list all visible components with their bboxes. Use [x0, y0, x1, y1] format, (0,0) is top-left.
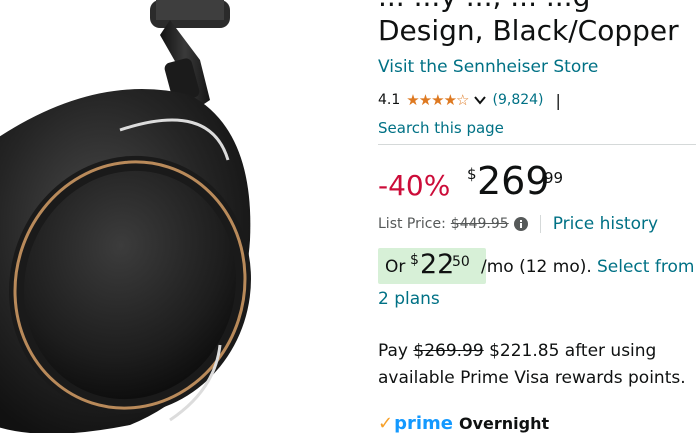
- monthly-or: Or: [385, 257, 406, 277]
- price-history-link[interactable]: Price history: [553, 214, 658, 234]
- store-link[interactable]: Visit the Sennheiser Store: [378, 57, 598, 77]
- headphones-ear-cup-image: [0, 0, 251, 433]
- rating-row: 4.1 ★★★★☆ (9,824) |: [378, 90, 561, 110]
- pay-old-price: $269.99: [413, 341, 484, 361]
- monthly-currency: $: [410, 252, 419, 268]
- select-plan-link[interactable]: Select from: [597, 257, 694, 277]
- discount-badge: -40%: [378, 169, 451, 202]
- monthly-fraction: 50: [452, 254, 470, 270]
- list-price-row: List Price: $449.95 Price history: [378, 214, 658, 234]
- price-currency: $: [467, 165, 477, 183]
- monthly-term: /mo (12 mo).: [481, 257, 592, 277]
- list-price: $449.95: [450, 216, 509, 232]
- rewards-pay-text: Pay $269.99 $221.85 after using availabl…: [378, 338, 696, 392]
- separator: [539, 215, 541, 233]
- search-page-link[interactable]: Search this page: [378, 119, 504, 137]
- prime-delivery-row: ✓ prime Overnight: [378, 412, 549, 433]
- price-whole: 269: [477, 159, 550, 203]
- product-title: Design, Black/Copper: [378, 14, 679, 47]
- chevron-down-icon[interactable]: [473, 93, 487, 107]
- delivery-speed: Overnight: [459, 413, 550, 433]
- prime-logo-text: prime: [394, 412, 453, 433]
- monthly-whole: 22: [420, 249, 455, 280]
- rating-count-link[interactable]: (9,824): [493, 92, 544, 108]
- prime-check-icon: ✓: [378, 412, 394, 433]
- list-price-label: List Price:: [378, 216, 446, 232]
- info-icon[interactable]: [513, 217, 528, 231]
- prime-logo: ✓ prime: [378, 413, 453, 433]
- star-rating[interactable]: ★★★★☆: [406, 91, 469, 109]
- plans-link[interactable]: 2 plans: [378, 289, 440, 309]
- product-title-line1: ... ...y ..., ... ...g: [378, 0, 590, 14]
- price-fraction: 99: [544, 169, 564, 187]
- product-image[interactable]: [0, 0, 360, 433]
- product-details: ... ...y ..., ... ...g Design, Black/Cop…: [378, 0, 696, 433]
- divider-line: [378, 144, 696, 145]
- divider: |: [555, 90, 561, 110]
- rating-value: 4.1: [378, 92, 401, 108]
- pay-prefix: Pay: [378, 341, 408, 361]
